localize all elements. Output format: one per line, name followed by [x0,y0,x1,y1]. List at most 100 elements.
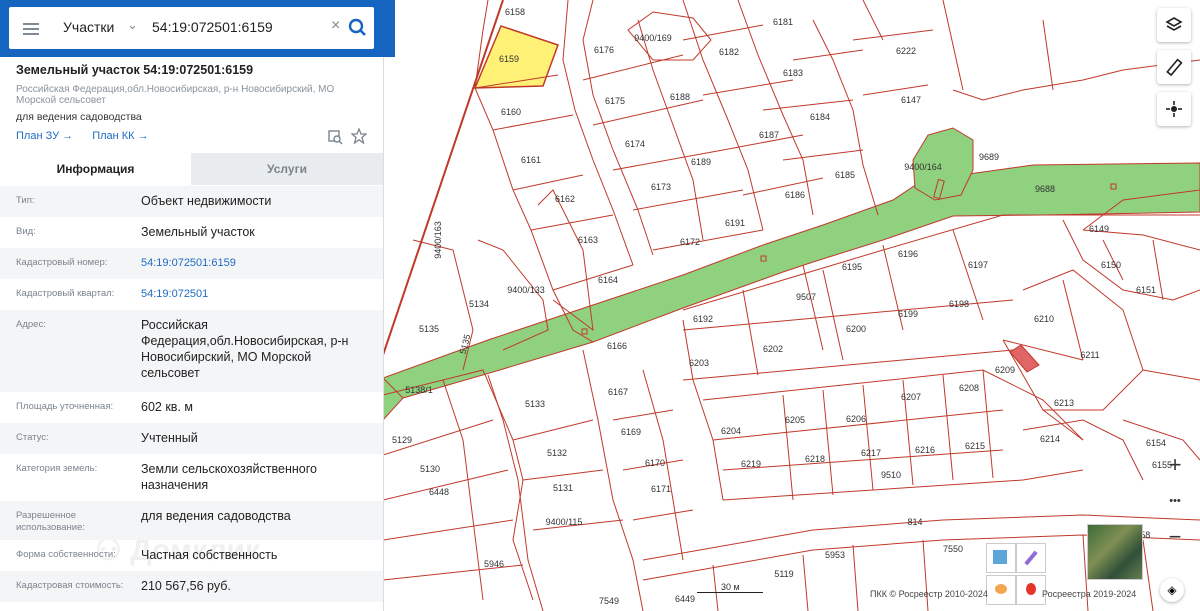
field-label: Форма собственности: [16,549,116,560]
attribution-pkk: ПКК © Росреестр 2010-2024 [870,589,988,599]
info-panel: ⚇ Домклик Земельный участок 54:19:072501… [0,0,384,611]
parcel-label: 9689 [979,152,999,162]
field-label: Площадь уточненная: [16,401,114,412]
compass-button[interactable]: ◈ [1160,578,1184,602]
parcel-label: 6150 [1101,260,1121,270]
parcel-label: 6204 [721,426,741,436]
parcel-label: 6161 [521,155,541,165]
parcel-label: 9400/169 [634,33,672,43]
parcel-label: 6182 [719,47,739,57]
parcel-label: 5946 [484,559,504,569]
field-value: Частная собственность [141,548,278,562]
parcel-label: 5138/1 [405,385,433,395]
parcel-label: 6196 [898,249,918,259]
basemap-thumbs [986,543,1046,607]
layers-button[interactable] [1157,8,1191,42]
parcel-label: 6211 [1080,350,1099,360]
info-row: Площадь уточненная: 602 кв. м [0,392,383,423]
field-value: для ведения садоводства [141,509,291,523]
parcel-label: 6149 [1089,224,1109,234]
basemap-osm-thumb[interactable] [986,575,1016,605]
field-value: Учтенный [141,431,198,445]
star-icon[interactable] [351,128,367,144]
field-label: Кадастровый квартал: [16,288,115,299]
parcel-label: 6218 [805,454,825,464]
parcel-label: 6206 [846,414,866,424]
panel-tabs: Информация Услуги [0,153,383,187]
parcel-label: 6172 [680,237,700,247]
parcel-label: 6210 [1034,314,1054,324]
parcel-label: 5953 [825,550,845,560]
menu-icon[interactable] [23,20,39,36]
tab-info[interactable]: Информация [0,153,191,187]
info-row: Адрес: Российская Федерация,обл.Новосибир… [0,310,383,392]
parcel-label: 6216 [915,445,935,455]
parcel-label: 5134 [469,299,489,309]
parcel-label: 6189 [691,157,711,167]
zoom-in-button[interactable]: + [1157,447,1193,483]
parcel-label: 6158 [505,7,525,17]
search-input[interactable]: 54:19:072501:6159 [152,19,273,35]
parcel-label: 6147 [901,95,921,105]
parcel-label: 6202 [763,344,783,354]
parcel-label: 9507 [796,292,816,302]
clear-icon[interactable]: × [331,17,340,35]
chevron-down-icon[interactable]: ⌄ [127,17,138,33]
map-canvas[interactable]: 6158 6159 6160 6161 6162 6163 6164 6166 6167 6169… [383,0,1200,611]
search-icon[interactable] [345,15,371,41]
parcel-label: 6187 [759,130,779,140]
parcel-label: 6159 [499,54,519,64]
parcel-label: 6215 [965,441,985,451]
pen-icon [1024,550,1038,566]
basemap-draw-thumb[interactable] [1016,543,1046,573]
parcel-grid [383,0,1200,611]
field-value: Объект недвижимости [141,194,272,208]
info-row: Тип: Объект недвижимости [0,186,383,217]
info-row: Кадастровый квартал: 54:19:072501 [0,279,383,310]
field-value[interactable]: 54:19:072501 [141,286,371,302]
parcel-label: 6185 [835,170,855,180]
field-label: Статус: [16,432,49,443]
parcel-label: 6176 [594,45,614,55]
plan-kk-link[interactable]: План КК → [92,130,148,142]
cadastral-map[interactable]: 6158 6159 6160 6161 6162 6163 6164 6166 6167 6169… [383,0,1200,611]
info-row: Статус: Учтенный [0,423,383,454]
field-label: Кадастровая стоимость: [16,580,124,591]
field-value[interactable]: 54:19:072501:6159 [141,255,371,271]
satellite-layer-thumb[interactable] [1087,524,1143,580]
locate-button[interactable] [1157,92,1191,126]
parcel-label: 9688 [1035,184,1055,194]
basemap-scheme-thumb[interactable] [986,543,1016,573]
search-type-select[interactable]: Участки [63,19,114,35]
info-row: Форма собственности: Частная собственност… [0,540,383,571]
field-value: Российская Федерация,обл.Новосибирская, … [141,318,349,380]
tab-services[interactable]: Услуги [191,153,383,185]
field-label: Тип: [16,195,35,206]
parcel-label: 6188 [670,92,690,102]
parcel-label: 6209 [995,365,1015,375]
info-row: Кадастровый номер: 54:19:072501:6159 [0,248,383,279]
info-row: Вид: Земельный участок [0,217,383,248]
parcel-label: 5119 [774,569,793,579]
parcel-label: 7550 [943,544,963,554]
parcel-label: 5135 [419,324,439,334]
plan-zu-link[interactable]: План ЗУ → [16,130,73,142]
parcel-label: 9400/115 [546,517,583,527]
crosshair-icon [1166,101,1182,117]
info-row: Категория земель: Земли сельскохозяйствен… [0,454,383,501]
more-button[interactable]: ••• [1157,483,1193,519]
parcel-label: 5129 [392,435,412,445]
parcel-label: 6203 [689,358,709,368]
parcel-label: 6160 [501,107,521,117]
parcel-label: 6169 [621,427,641,437]
parcel-label: 6205 [785,415,805,425]
parcel-label: 6186 [785,190,805,200]
ruler-button[interactable] [1157,50,1191,84]
parcel-label: 6207 [901,392,921,402]
layers-icon [1165,17,1183,31]
parcel-label: 6197 [968,260,988,270]
search-box: Участки ⌄ 54:19:072501:6159 × [9,7,374,49]
zoom-to-object-icon[interactable] [327,129,343,145]
parcel-label: 6166 [607,341,627,351]
zoom-out-button[interactable]: − [1157,519,1193,555]
